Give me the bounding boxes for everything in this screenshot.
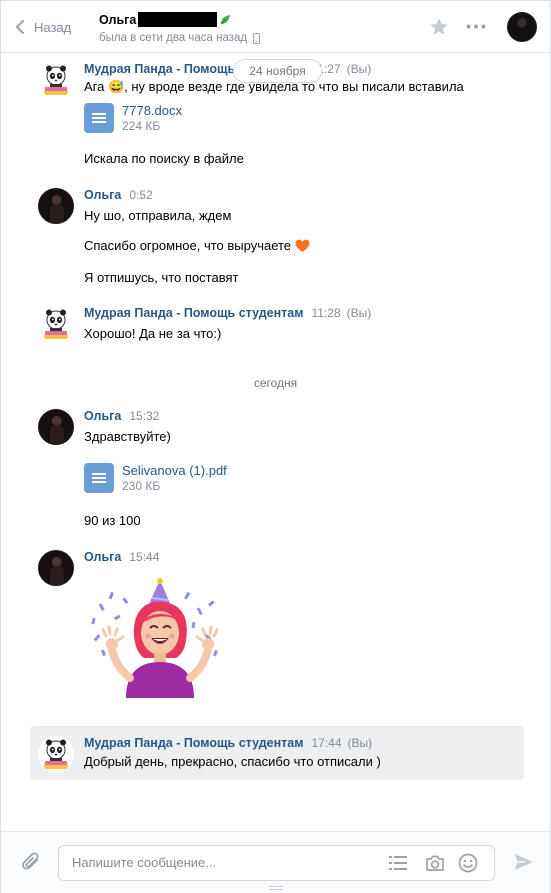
message-text: Хорошо! Да не за что:) xyxy=(84,326,222,341)
you-label: (Вы) xyxy=(347,736,373,750)
message-text: Добрый день, прекрасно, спасибо что отпи… xyxy=(84,754,381,769)
peer-status: была в сети два часа назад xyxy=(99,32,248,44)
message-text: Здравствуйте) xyxy=(84,429,171,444)
message-group: Ольга 0:52 Ну шо, отправила, ждем Спасиб… xyxy=(38,188,528,288)
message-text: Я отпишусь, что поставят xyxy=(84,270,239,285)
message-composer xyxy=(1,831,550,893)
message-text: Ну шо, отправила, ждем xyxy=(84,208,232,223)
message-input[interactable] xyxy=(72,855,372,870)
celebrating-girl-sticker[interactable] xyxy=(88,578,223,698)
message-input-box[interactable] xyxy=(58,845,495,881)
panda-icon xyxy=(44,739,68,769)
doc-attachment[interactable]: Selivanova (1).pdf 230 КБ xyxy=(84,463,227,494)
message-author[interactable]: Ольга xyxy=(84,188,121,202)
document-icon xyxy=(84,103,114,133)
message-text-content: Спасибо огромное, что выручаете xyxy=(84,238,292,253)
message-text: 90 из 100 xyxy=(84,513,141,528)
olga-avatar[interactable] xyxy=(38,409,74,445)
message-header: Мудрая Панда - Помощь студентам 11:27 (В… xyxy=(84,62,371,76)
chat-window: Назад Ольга была в сети два часа назад 2… xyxy=(0,0,551,893)
back-button[interactable]: Назад xyxy=(15,15,71,39)
panda-avatar[interactable] xyxy=(38,62,74,98)
message-text: Спасибо огромное, что выручаете xyxy=(84,238,310,253)
message-time[interactable]: 0:52 xyxy=(129,188,152,202)
message-author[interactable]: Ольга xyxy=(84,550,121,564)
peer-name[interactable]: Ольга xyxy=(99,13,136,27)
back-label: Назад xyxy=(34,19,72,35)
message-group: Мудрая Панда - Помощь студентам 17:44 (В… xyxy=(38,736,528,776)
doc-size: 224 КБ xyxy=(122,119,161,133)
olga-avatar[interactable] xyxy=(38,550,74,586)
redacted-block xyxy=(138,12,218,27)
message-group: Ольга 15:44 xyxy=(38,550,528,700)
day-separator: сегодня xyxy=(253,376,298,390)
you-label: (Вы) xyxy=(346,62,372,76)
message-text: Искала по поиску в файле xyxy=(84,151,244,166)
star-icon[interactable] xyxy=(429,17,449,37)
message-header: Ольга 15:32 xyxy=(84,409,159,423)
panda-avatar[interactable] xyxy=(38,736,74,772)
message-time[interactable]: 11:28 xyxy=(311,306,340,320)
you-label: (Вы) xyxy=(346,306,372,320)
template-list-icon[interactable] xyxy=(389,855,407,871)
resize-grip[interactable] xyxy=(269,886,283,890)
smile-icon[interactable] xyxy=(458,853,478,873)
message-time[interactable]: 15:32 xyxy=(129,409,159,423)
doc-attachment[interactable]: 7778.docx 224 КБ xyxy=(84,103,182,134)
chat-header: Назад Ольга была в сети два часа назад xyxy=(1,1,550,53)
mobile-icon xyxy=(253,32,261,44)
message-author[interactable]: Мудрая Панда - Помощь студентам xyxy=(84,306,303,320)
camera-icon[interactable] xyxy=(425,854,445,872)
panda-icon xyxy=(44,65,68,95)
peer-info[interactable]: Ольга была в сети два часа назад xyxy=(99,11,261,44)
peer-avatar[interactable] xyxy=(507,12,537,42)
send-icon[interactable] xyxy=(514,853,534,871)
panda-avatar[interactable] xyxy=(38,306,74,342)
doc-size: 230 КБ xyxy=(122,479,161,493)
floating-date: 24 ноября xyxy=(233,59,322,83)
message-header: Ольга 15:44 xyxy=(84,550,159,564)
doc-name[interactable]: 7778.docx xyxy=(122,103,182,118)
message-author[interactable]: Ольга xyxy=(84,409,121,423)
doc-name[interactable]: Selivanova (1).pdf xyxy=(122,463,227,478)
message-header: Мудрая Панда - Помощь студентам 17:44 (В… xyxy=(84,736,372,750)
message-header: Мудрая Панда - Помощь студентам 11:28 (В… xyxy=(84,306,371,320)
message-author[interactable]: Мудрая Панда - Помощь студентам xyxy=(84,736,303,750)
olga-avatar[interactable] xyxy=(38,188,74,224)
more-icon[interactable] xyxy=(466,24,486,29)
panda-icon xyxy=(44,309,68,339)
leaf-icon xyxy=(220,14,231,24)
document-icon xyxy=(84,463,114,493)
message-group: Мудрая Панда - Помощь студентам 11:28 (В… xyxy=(38,306,528,346)
chevron-left-icon xyxy=(16,20,24,34)
heart-emoji-icon xyxy=(295,239,310,252)
message-group: Ольга 15:32 Здравствуйте) Selivanova (1)… xyxy=(38,409,528,529)
message-time[interactable]: 17:44 xyxy=(311,736,341,750)
message-header: Ольга 0:52 xyxy=(84,188,153,202)
message-time[interactable]: 15:44 xyxy=(129,550,159,564)
paperclip-icon[interactable] xyxy=(21,851,41,873)
